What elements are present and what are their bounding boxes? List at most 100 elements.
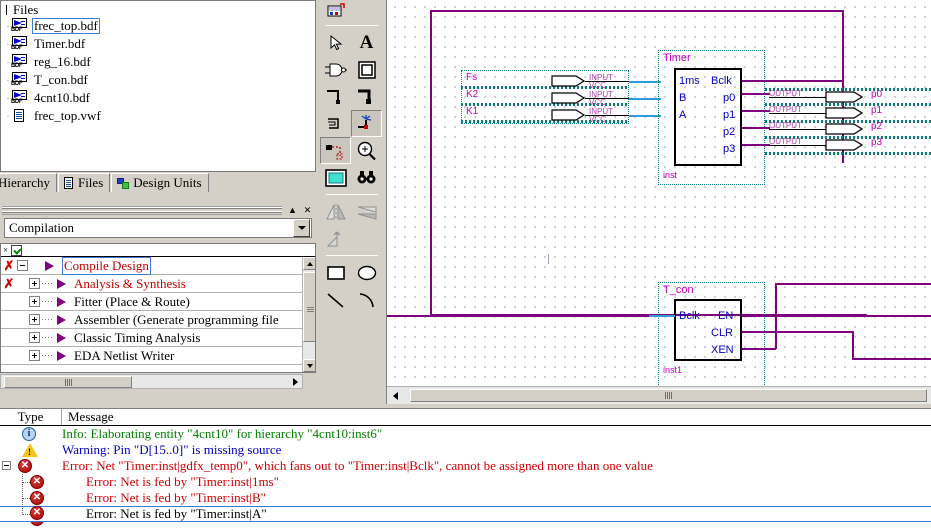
run-task-icon[interactable] [57, 278, 68, 289]
error-icon: ✕ [30, 506, 44, 520]
port-b: B [679, 92, 687, 104]
symbol-gate-icon[interactable] [320, 56, 351, 83]
fit-in-window-icon[interactable] [320, 164, 351, 191]
task-row[interactable]: ✗ Compile Design [1, 256, 315, 275]
message-row-selected[interactable]: ✕ Error: Net is fed by "Timer:inst|A" [0, 506, 931, 522]
wire-segment [629, 98, 661, 100]
block-tool-icon[interactable] [351, 56, 382, 83]
tree-connector: ···· [41, 350, 53, 360]
message-row-partial[interactable]: ✕ [0, 522, 931, 530]
flip-horizontal-icon[interactable] [320, 198, 351, 225]
message-row[interactable]: ✕ Error: Net is fed by "Timer:inst|1ms" [0, 474, 931, 490]
scroll-thumb[interactable] [4, 376, 132, 388]
task-label: Classic Timing Analysis [74, 329, 201, 345]
scroll-up-arrow[interactable] [303, 257, 315, 270]
scroll-left-arrow[interactable] [393, 392, 398, 400]
run-task-icon[interactable] [57, 332, 68, 343]
run-task-icon[interactable] [57, 350, 68, 361]
tasks-horizontal-scrollbar[interactable] [0, 374, 303, 389]
file-item-timer-bdf[interactable]: · BDF Timer.bdf [3, 35, 315, 53]
column-header-message[interactable]: Message [62, 409, 931, 425]
rotate-left-icon[interactable] [320, 225, 351, 252]
text-tool-icon[interactable]: A [351, 29, 382, 56]
project-navigator[interactable]: Files · BDF frec_top.bdf · BDF Timer.bdf… [0, 0, 316, 172]
expand-expander-icon[interactable] [29, 278, 40, 289]
collapse-expander-icon[interactable] [17, 260, 28, 271]
messages-list[interactable]: i Info: Elaborating entity "4cnt10" for … [0, 426, 931, 530]
expand-expander-icon[interactable] [29, 332, 40, 343]
expand-expander-icon[interactable] [29, 314, 40, 325]
run-task-icon[interactable] [57, 314, 68, 325]
message-text: Info: Elaborating entity "4cnt10" for hi… [62, 426, 383, 441]
task-row[interactable]: ✗ ···· Analysis & Synthesis [1, 275, 315, 293]
file-label: frec_top.bdf [32, 18, 100, 34]
task-label: Fitter (Place & Route) [74, 293, 190, 309]
file-item-frec-top-vwf[interactable]: · frec_top.vwf [3, 107, 315, 125]
task-label: EDA Netlist Writer [74, 347, 175, 363]
close-button[interactable]: ✕ [301, 204, 314, 216]
tasks-vertical-scrollbar[interactable] [302, 257, 315, 372]
task-row[interactable]: ···· Assembler (Generate programming fil… [1, 311, 315, 329]
rubberbanding-icon[interactable] [351, 110, 382, 137]
run-task-icon[interactable] [45, 260, 56, 271]
orthogonal-conduit-tool[interactable] [320, 110, 351, 137]
message-text: Error: Net "Timer:inst|gdfx_temp0", whic… [62, 458, 653, 473]
port-a: A [679, 109, 687, 121]
tab-design-units[interactable]: Design Units [111, 173, 209, 192]
tab-hierarchy[interactable]: Hierarchy [0, 173, 57, 192]
rectangle-tool-icon[interactable] [320, 259, 351, 286]
file-item-reg-16-bdf[interactable]: · BDF reg_16.bdf [3, 53, 315, 71]
scroll-thumb[interactable] [303, 272, 315, 342]
run-task-icon[interactable] [57, 296, 68, 307]
collapse-expander-icon[interactable] [2, 461, 11, 470]
bdf-file-icon: BDF [11, 72, 28, 88]
toolbar-separator [326, 255, 378, 256]
file-item-4cnt10-bdf[interactable]: · BDF 4cnt10.bdf [3, 89, 315, 107]
line-tool-icon[interactable] [320, 286, 351, 313]
symbol-tool-icon[interactable] [320, 0, 351, 22]
messages-panel[interactable]: Type Message i Info: Elaborating entity … [0, 408, 931, 530]
message-row[interactable]: ✕ Error: Net is fed by "Timer:inst|B" [0, 490, 931, 506]
titlebar-grip[interactable] [2, 205, 282, 215]
task-row[interactable]: ···· Classic Timing Analysis [1, 329, 315, 347]
arc-tool-icon[interactable] [351, 286, 382, 313]
partial-line-select-icon[interactable] [320, 137, 351, 164]
message-row[interactable]: Warning: Pin "D[15..0]" is missing sourc… [0, 442, 931, 458]
pin-label-p2: p2 [871, 121, 883, 132]
file-item-t-con-bdf[interactable]: · BDF T_con.bdf [3, 71, 315, 89]
scroll-thumb[interactable] [410, 389, 927, 402]
error-icon: ✕ [18, 459, 32, 473]
message-row[interactable]: ✕ Error: Net "Timer:inst|gdfx_temp0", wh… [0, 458, 931, 474]
message-row[interactable]: i Info: Elaborating entity "4cnt10" for … [0, 426, 931, 442]
scroll-right-arrow[interactable] [293, 378, 298, 386]
pin-label-fs: Fs [466, 72, 478, 83]
orthogonal-node-tool[interactable] [320, 83, 351, 110]
tab-files[interactable]: Files [57, 173, 111, 192]
tasks-list[interactable]: × ✗ Compile Design ✗ ···· Analysis & Syn… [0, 243, 316, 373]
flip-vertical-icon[interactable] [351, 198, 382, 225]
wire-bclk-feedback [742, 80, 843, 82]
chevron-down-icon[interactable] [293, 219, 310, 237]
file-item-frec-top-bdf[interactable]: · BDF frec_top.bdf [3, 17, 315, 35]
expand-expander-icon[interactable] [29, 350, 40, 361]
design-units-icon [117, 177, 130, 190]
bdf-file-icon: BDF [11, 18, 28, 34]
task-row[interactable]: ···· EDA Netlist Writer [1, 347, 315, 365]
schematic-canvas[interactable]: Fs INPUT VCC K2 INPUT VCC K1 INPUT VCC T… [387, 0, 931, 387]
find-icon[interactable] [351, 164, 382, 191]
flow-selector[interactable]: Compilation [4, 218, 312, 238]
schematic-editor[interactable]: Fs INPUT VCC K2 INPUT VCC K1 INPUT VCC T… [387, 0, 931, 404]
expand-expander-icon[interactable] [29, 296, 40, 307]
task-row[interactable]: ···· Fitter (Place & Route) [1, 293, 315, 311]
orthogonal-bus-tool[interactable] [351, 83, 382, 110]
tab-label: Design Units [133, 175, 202, 190]
zoom-tool-icon[interactable] [351, 137, 382, 164]
schematic-horizontal-scrollbar[interactable] [387, 386, 931, 404]
collapse-button[interactable]: ▲ [286, 204, 299, 216]
oval-tool-icon[interactable] [351, 259, 382, 286]
message-text: Warning: Pin "D[15..0]" is missing sourc… [62, 442, 282, 457]
column-header-type[interactable]: Type [0, 409, 62, 425]
selection-tool-icon[interactable] [320, 29, 351, 56]
scroll-down-arrow[interactable] [303, 359, 315, 372]
files-root-node[interactable]: Files [3, 2, 315, 17]
